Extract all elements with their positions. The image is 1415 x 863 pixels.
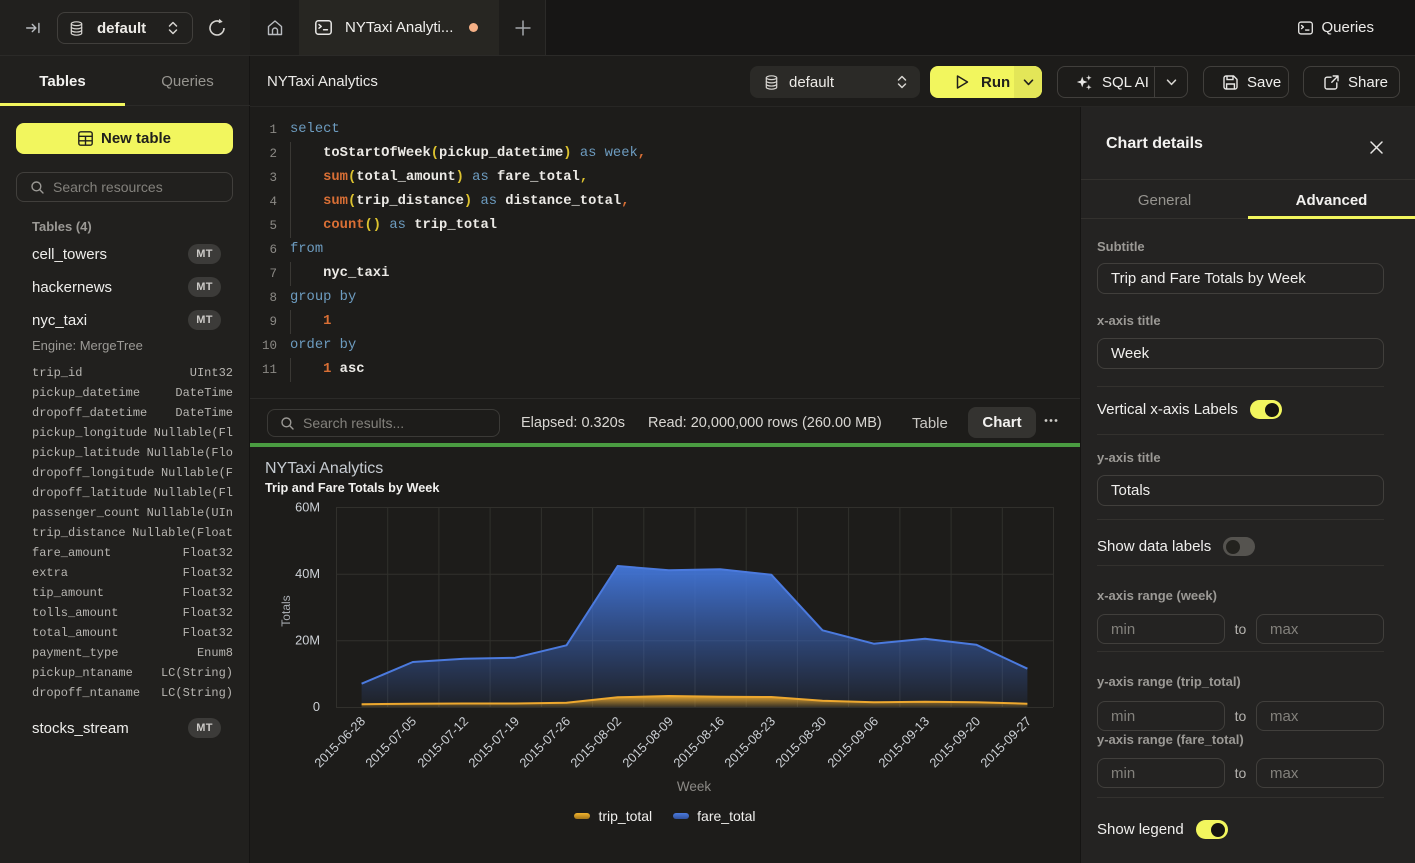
- svg-text:2015-07-26: 2015-07-26: [516, 714, 573, 771]
- svg-text:40M: 40M: [295, 566, 320, 581]
- svg-text:2015-09-20: 2015-09-20: [926, 714, 983, 771]
- svg-text:2015-08-02: 2015-08-02: [567, 714, 624, 771]
- svg-text:Totals: Totals: [279, 595, 293, 626]
- svg-text:2015-07-12: 2015-07-12: [414, 714, 471, 771]
- svg-text:2015-07-05: 2015-07-05: [362, 714, 419, 771]
- svg-text:2015-09-13: 2015-09-13: [875, 714, 932, 771]
- svg-text:2015-09-27: 2015-09-27: [977, 714, 1034, 771]
- svg-text:2015-06-28: 2015-06-28: [311, 714, 368, 771]
- svg-text:2015-08-30: 2015-08-30: [772, 714, 829, 771]
- svg-text:Week: Week: [677, 779, 712, 794]
- svg-text:0: 0: [313, 699, 320, 714]
- svg-text:60M: 60M: [295, 500, 320, 515]
- svg-text:2015-09-06: 2015-09-06: [824, 714, 881, 771]
- svg-text:2015-08-23: 2015-08-23: [721, 714, 778, 771]
- svg-text:20M: 20M: [295, 633, 320, 648]
- svg-text:2015-08-16: 2015-08-16: [670, 714, 727, 771]
- svg-text:2015-07-19: 2015-07-19: [465, 714, 522, 771]
- svg-text:2015-08-09: 2015-08-09: [619, 714, 676, 771]
